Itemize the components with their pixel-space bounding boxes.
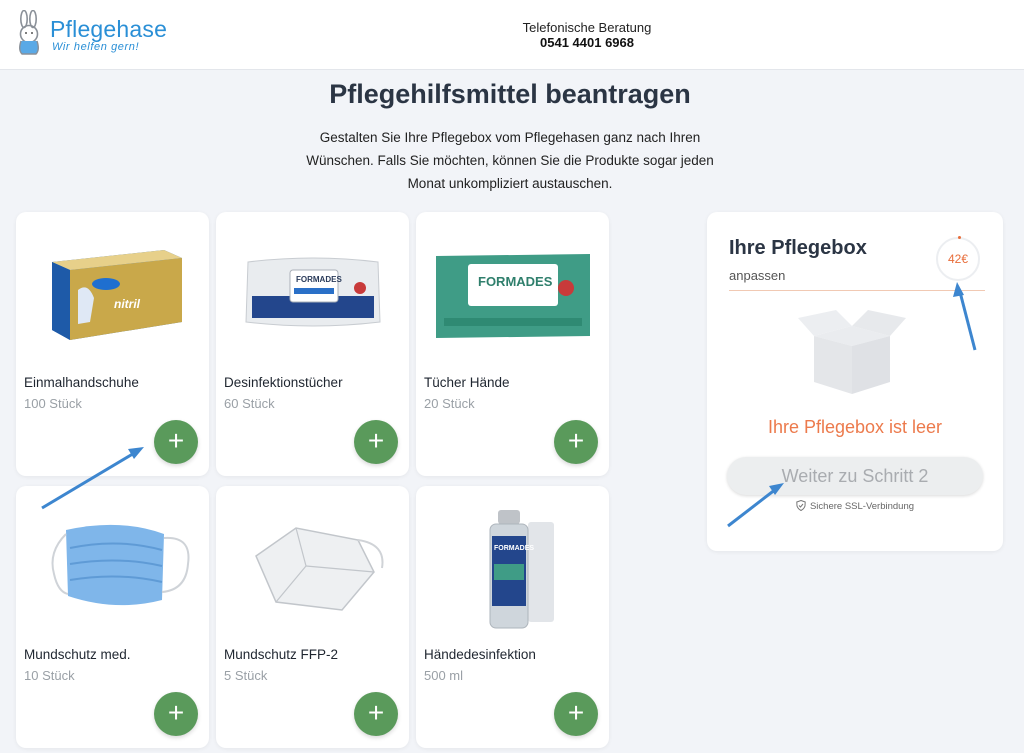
svg-text:FORMADES: FORMADES: [478, 274, 553, 289]
product-name: Desinfektionstücher: [224, 375, 343, 390]
bunny-logo-icon: [19, 10, 39, 55]
product-card[interactable]: Mundschutz FFP-2 5 Stück +: [216, 486, 409, 748]
product-card[interactable]: Mundschutz med. 10 Stück +: [16, 486, 209, 748]
intro-text: Gestalten Sie Ihre Pflegebox vom Pflegeh…: [306, 130, 714, 191]
box-price: 42€: [947, 252, 969, 266]
add-product-button[interactable]: +: [554, 420, 598, 464]
gloves-box-image: nitril: [52, 250, 182, 340]
logo-name: Pflegehase: [50, 16, 168, 42]
ssl-notice: Sichere SSL-Verbindung: [707, 500, 1003, 512]
plus-icon: +: [167, 425, 185, 456]
product-name: Mundschutz med.: [24, 647, 131, 662]
disinfection-wipes-image: FORMADES: [245, 257, 381, 327]
add-product-button[interactable]: +: [154, 420, 198, 464]
empty-box-message: Ihre Pflegebox ist leer: [767, 417, 943, 437]
product-name: Mundschutz FFP-2: [224, 647, 339, 662]
product-quantity: 20 Stück: [424, 396, 475, 411]
hand-sanitizer-image: FORMADES: [489, 510, 554, 629]
price-indicator: 42€: [936, 236, 980, 281]
phone-number[interactable]: 0541 4401 6968: [487, 35, 687, 50]
logo-tagline: Wir helfen gern!: [52, 41, 140, 53]
add-product-button[interactable]: +: [354, 420, 398, 464]
svg-text:nitril: nitril: [114, 297, 141, 311]
plus-icon: +: [167, 697, 185, 728]
product-quantity: 100 Stück: [24, 396, 82, 411]
product-name: Tücher Hände: [424, 375, 510, 390]
phone-contact[interactable]: Telefonische Beratung 0541 4401 6968: [487, 20, 687, 50]
plus-icon: +: [367, 425, 385, 456]
divider: [729, 290, 985, 291]
svg-text:FORMADES: FORMADES: [494, 545, 534, 552]
add-product-button[interactable]: +: [554, 692, 598, 736]
hand-wipes-image: FORMADES: [436, 254, 590, 338]
product-name: Händedesinfektion: [424, 647, 536, 662]
shield-icon: [796, 500, 806, 511]
product-quantity: 5 Stück: [224, 668, 268, 683]
ssl-text: Sichere SSL-Verbindung: [809, 501, 915, 512]
logo[interactable]: Pflegehase Wir helfen gern!: [14, 10, 167, 56]
product-name: Einmalhandschuhe: [24, 375, 139, 390]
product-quantity: 500 ml: [424, 668, 464, 683]
add-product-button[interactable]: +: [154, 692, 198, 736]
next-step-button[interactable]: Weiter zu Schritt 2: [727, 457, 983, 495]
site-header: Pflegehase Wir helfen gern! Telefonische…: [0, 0, 1024, 70]
svg-text:FORMADES: FORMADES: [296, 275, 342, 284]
product-quantity: 60 Stück: [224, 396, 275, 411]
plus-icon: +: [567, 697, 585, 728]
pflegebox-title: Ihre Pflegebox: [729, 237, 867, 259]
ffp2-mask-image: [255, 527, 384, 611]
phone-label: Telefonische Beratung: [522, 20, 652, 35]
add-product-button[interactable]: +: [354, 692, 398, 736]
product-card[interactable]: FORMADES Händedesinfektion 500 ml +: [416, 486, 609, 748]
plus-icon: +: [567, 425, 585, 456]
plus-icon: +: [367, 697, 385, 728]
page-title: Pflegehilfsmittel beantragen: [329, 79, 691, 109]
empty-box-icon: [798, 310, 906, 394]
product-quantity: 10 Stück: [24, 668, 75, 683]
product-card[interactable]: FORMADES Desinfektionstücher 60 Stück +: [216, 212, 409, 476]
medical-mask-image: [51, 524, 190, 606]
pflegebox-subtitle: anpassen: [729, 268, 786, 283]
product-card[interactable]: FORMADES Tücher Hände 20 Stück +: [416, 212, 609, 476]
product-card[interactable]: nitril Einmalhandschuhe 100 Stück +: [16, 212, 209, 476]
pflegebox-panel: Ihre Pflegebox anpassen 42€ Ihre Pflegeb…: [707, 212, 1003, 551]
progress-dot: [958, 236, 961, 239]
